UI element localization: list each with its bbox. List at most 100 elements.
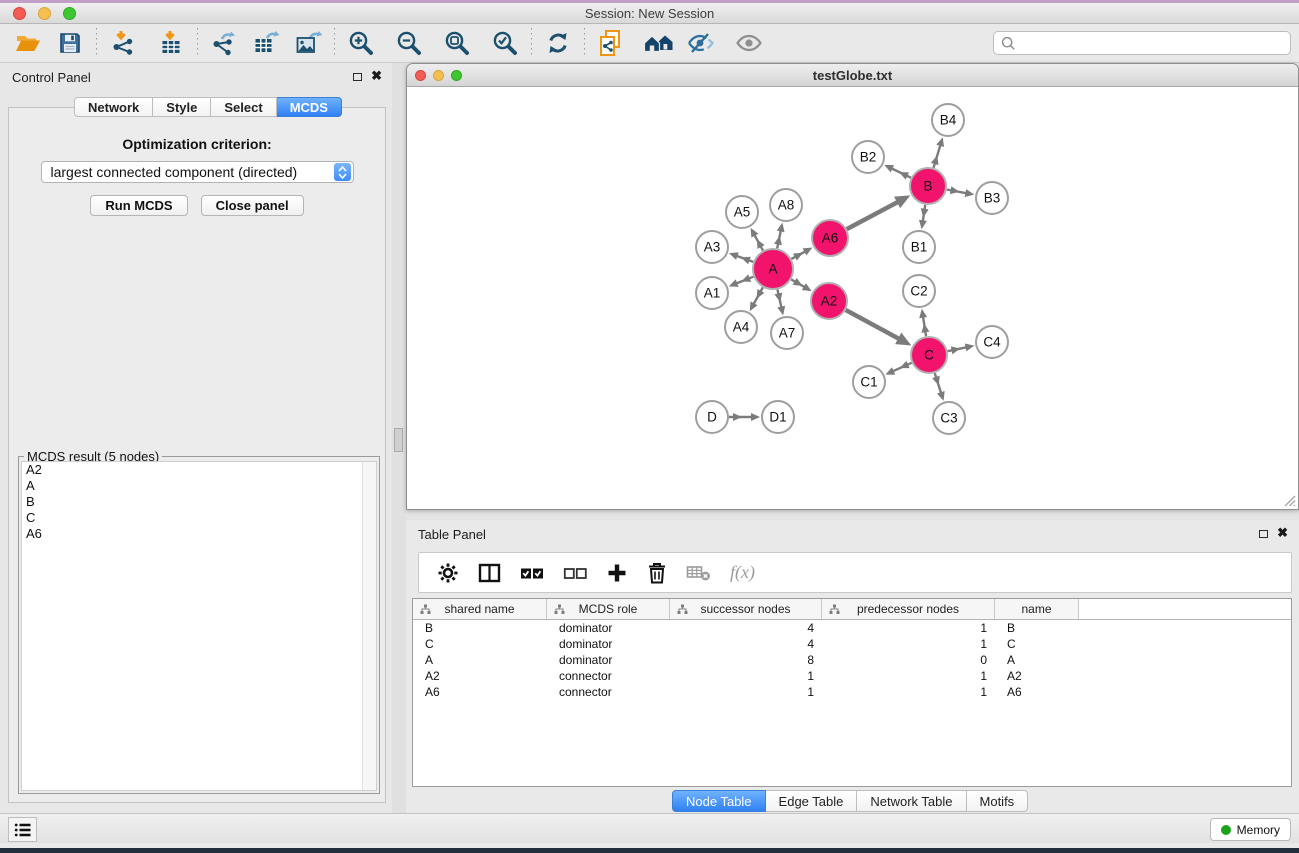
mcds-result-list[interactable]: A2ABCA6 — [21, 461, 377, 791]
deselect-all-button[interactable] — [563, 565, 587, 581]
result-item[interactable]: A6 — [22, 526, 376, 542]
hide-selected-button[interactable] — [685, 27, 717, 59]
main-region: Control Panel ✖ NetworkStyleSelectMCDS O… — [0, 63, 1299, 813]
zoom-fit-button[interactable] — [441, 27, 473, 59]
create-column-button[interactable] — [606, 562, 628, 584]
import-table-button[interactable] — [155, 27, 187, 59]
table-cell[interactable]: B — [413, 621, 547, 635]
select-all-button[interactable] — [520, 565, 544, 581]
table-cell[interactable]: 1 — [822, 637, 995, 651]
close-table-panel-icon[interactable]: ✖ — [1277, 525, 1288, 541]
export-network-icon — [211, 30, 237, 56]
edge-A2-C[interactable] — [846, 310, 904, 342]
table-panel: Table Panel ✖ — [406, 520, 1299, 815]
table-cell[interactable]: 1 — [670, 685, 822, 699]
zoom-out-button[interactable] — [393, 27, 425, 59]
refresh-button[interactable] — [542, 27, 574, 59]
close-panel-icon[interactable]: ✖ — [371, 68, 382, 84]
dropdown-stepper-icon — [334, 163, 351, 181]
column-header-MCDS-role[interactable]: MCDS role — [547, 599, 670, 619]
table-cell[interactable]: 8 — [670, 653, 822, 667]
column-header-predecessor-nodes[interactable]: predecessor nodes — [822, 599, 995, 619]
table-cell[interactable]: 4 — [670, 637, 822, 651]
divider-grip[interactable] — [394, 428, 403, 452]
memory-status-icon — [1221, 825, 1231, 835]
network-window-titlebar: testGlobe.txt — [407, 64, 1298, 87]
zoom-in-button[interactable] — [345, 27, 377, 59]
table-cell[interactable]: 0 — [822, 653, 995, 667]
trash-icon — [647, 561, 667, 584]
task-history-button[interactable] — [8, 817, 37, 842]
close-panel-button[interactable]: Close panel — [201, 195, 304, 216]
tab-node-table[interactable]: Node Table — [672, 790, 766, 812]
edge-A6-B[interactable] — [847, 199, 903, 229]
refresh-icon — [545, 30, 571, 56]
tab-network[interactable]: Network — [74, 97, 153, 117]
table-cell[interactable]: C — [995, 637, 1079, 651]
column-header-name[interactable]: name — [995, 599, 1079, 619]
result-item[interactable]: C — [22, 510, 376, 526]
node-table[interactable]: shared nameMCDS rolesuccessor nodesprede… — [412, 598, 1292, 787]
first-neighbors-button[interactable] — [643, 27, 675, 59]
save-session-button[interactable] — [54, 27, 86, 59]
show-column-panel-button[interactable] — [478, 563, 501, 583]
table-cell[interactable]: A6 — [413, 685, 547, 699]
zoom-selected-button[interactable] — [489, 27, 521, 59]
column-header-shared-name[interactable]: shared name — [413, 599, 547, 619]
result-item[interactable]: A2 — [22, 462, 376, 478]
table-row[interactable]: A6connector11A6 — [413, 684, 1291, 700]
delete-column-button[interactable] — [647, 561, 667, 584]
export-image-button[interactable] — [292, 27, 324, 59]
table-cell[interactable]: dominator — [547, 621, 670, 635]
tab-select[interactable]: Select — [211, 97, 276, 117]
network-canvas[interactable]: B4B2BB3A5A8A6B1A3AC2A1A2A4A7C4CC1C3DD1 — [408, 88, 1297, 509]
table-cell[interactable]: A6 — [995, 685, 1079, 699]
tab-edge-table[interactable]: Edge Table — [766, 790, 858, 812]
new-network-from-selection-button[interactable] — [595, 27, 627, 59]
table-settings-button[interactable] — [437, 562, 459, 584]
export-network-button[interactable] — [208, 27, 240, 59]
table-cell[interactable]: 1 — [670, 669, 822, 683]
table-row[interactable]: Cdominator41C — [413, 636, 1291, 652]
table-cell[interactable]: 4 — [670, 621, 822, 635]
table-row[interactable]: Adominator80A — [413, 652, 1291, 668]
export-table-button[interactable] — [250, 27, 282, 59]
table-cell[interactable]: C — [413, 637, 547, 651]
table-cell[interactable]: 1 — [822, 685, 995, 699]
table-cell[interactable]: 1 — [822, 621, 995, 635]
result-item[interactable]: B — [22, 494, 376, 510]
table-cell[interactable]: A2 — [995, 669, 1079, 683]
table-cell[interactable]: A2 — [413, 669, 547, 683]
tab-motifs[interactable]: Motifs — [967, 790, 1029, 812]
result-item[interactable]: A — [22, 478, 376, 494]
eye-icon — [735, 31, 763, 55]
column-header-successor-nodes[interactable]: successor nodes — [670, 599, 822, 619]
run-mcds-button[interactable]: Run MCDS — [90, 195, 187, 216]
criterion-dropdown[interactable]: largest connected component (directed) — [41, 161, 354, 183]
table-cell[interactable]: A — [995, 653, 1079, 667]
open-file-button[interactable] — [12, 27, 44, 59]
table-cell[interactable]: connector — [547, 685, 670, 699]
tab-style[interactable]: Style — [153, 97, 211, 117]
table-cell[interactable]: A — [413, 653, 547, 667]
control-panel-header: Control Panel ✖ — [0, 63, 392, 91]
tab-network-table[interactable]: Network Table — [857, 790, 966, 812]
result-list-scrollbar[interactable] — [362, 462, 376, 790]
resize-grip-icon[interactable] — [1283, 494, 1296, 507]
float-panel-icon[interactable] — [353, 73, 362, 81]
panel-divider[interactable] — [392, 63, 406, 813]
tab-mcds[interactable]: MCDS — [277, 97, 342, 117]
table-cell[interactable]: dominator — [547, 653, 670, 667]
table-cell[interactable]: 1 — [822, 669, 995, 683]
table-row[interactable]: A2connector11A2 — [413, 668, 1291, 684]
float-table-panel-icon[interactable] — [1259, 530, 1268, 538]
table-cell[interactable]: connector — [547, 669, 670, 683]
search-input[interactable] — [1016, 33, 1290, 53]
table-row[interactable]: Bdominator41B — [413, 620, 1291, 636]
table-cell[interactable]: dominator — [547, 637, 670, 651]
table-cell[interactable]: B — [995, 621, 1079, 635]
show-all-button[interactable] — [733, 27, 765, 59]
import-network-button[interactable] — [107, 27, 139, 59]
graph-node-label-A1: A1 — [704, 286, 721, 301]
memory-button[interactable]: Memory — [1210, 818, 1291, 841]
